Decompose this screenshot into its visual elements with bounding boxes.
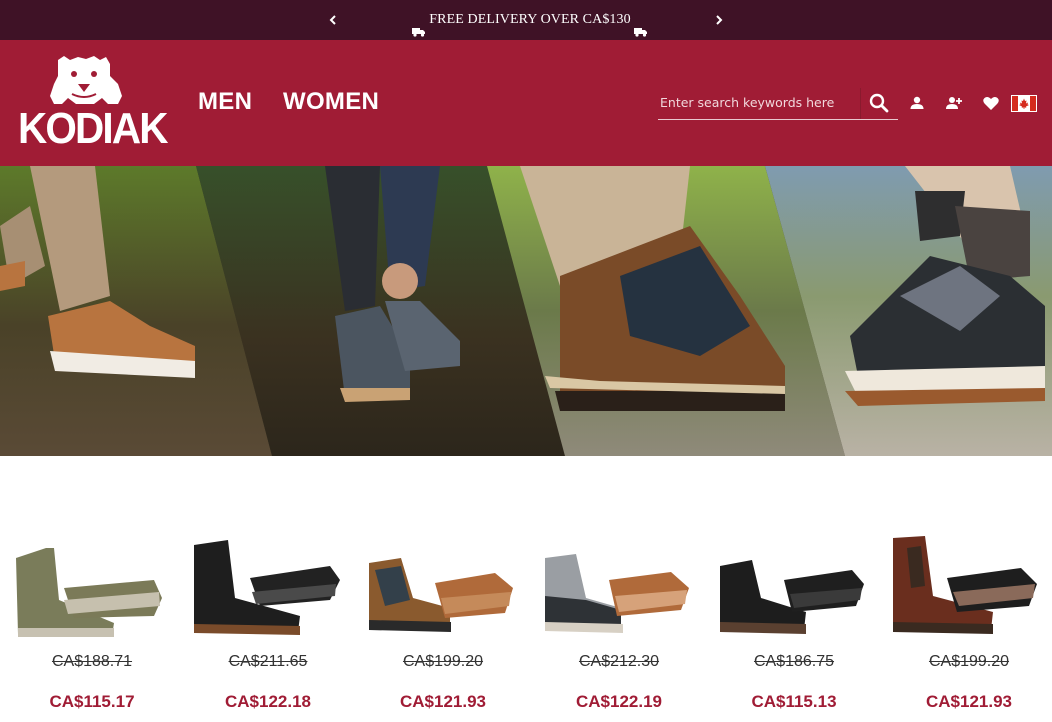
product-image: [4, 488, 164, 640]
heart-icon[interactable]: [980, 92, 1002, 114]
canada-flag-icon[interactable]: [1011, 95, 1037, 112]
promo-bar: FREE DELIVERY OVER CA$130: [0, 0, 1052, 40]
original-price: CA$199.20: [402, 653, 484, 670]
product-card[interactable]: CA$212.30 CA$122.19: [531, 488, 691, 722]
product-image: [355, 488, 515, 640]
product-card[interactable]: CA$199.20 CA$121.93: [355, 488, 515, 722]
brand-name: KODIAK: [18, 104, 168, 153]
product-card[interactable]: CA$211.65 CA$122.18: [180, 488, 340, 722]
search-icon[interactable]: [868, 92, 890, 114]
search-bar: [658, 86, 898, 120]
bear-icon: [50, 56, 122, 104]
product-row: CA$188.71 CA$115.17 CA$211.65 CA$122.18 …: [0, 488, 1052, 722]
original-price: CA$211.65: [228, 653, 308, 670]
original-price: CA$186.75: [753, 653, 835, 670]
product-card[interactable]: CA$199.20 CA$121.93: [881, 488, 1041, 722]
account-icon[interactable]: [906, 92, 928, 114]
hero-banner[interactable]: [0, 166, 1052, 456]
registered-mark: ®: [150, 122, 156, 131]
sale-price: CA$122.18: [224, 692, 311, 711]
product-image: [531, 488, 691, 640]
hero-image: [0, 166, 1052, 456]
product-card[interactable]: CA$188.71 CA$115.17: [4, 488, 164, 722]
original-price: CA$188.71: [51, 653, 133, 670]
sale-price: CA$122.19: [575, 692, 662, 711]
sale-price: CA$115.13: [751, 692, 837, 711]
promo-text: FREE DELIVERY OVER CA$130: [429, 12, 631, 27]
truck-icon: [634, 14, 648, 37]
nav-women[interactable]: WOMEN: [283, 88, 379, 116]
product-card[interactable]: CA$186.75 CA$115.13: [706, 488, 866, 722]
product-image: [881, 488, 1041, 640]
chevron-right-icon[interactable]: [709, 8, 729, 32]
chevron-left-icon[interactable]: [323, 8, 343, 32]
search-input[interactable]: [658, 86, 858, 118]
product-image: [180, 488, 340, 640]
add-user-icon[interactable]: [943, 92, 965, 114]
sale-price: CA$121.93: [399, 692, 486, 711]
site-header: KODIAK ® MEN WOMEN: [0, 40, 1052, 166]
product-image: [706, 488, 866, 640]
original-price: CA$199.20: [928, 653, 1010, 670]
truck-icon: [411, 14, 426, 37]
nav-men[interactable]: MEN: [198, 88, 252, 116]
search-divider: [860, 88, 861, 119]
promo-message: FREE DELIVERY OVER CA$130: [380, 0, 680, 40]
sale-price: CA$121.93: [925, 692, 1012, 711]
original-price: CA$212.30: [578, 653, 660, 670]
sale-price: CA$115.17: [49, 692, 135, 711]
kodiak-logo[interactable]: KODIAK ®: [14, 54, 168, 154]
